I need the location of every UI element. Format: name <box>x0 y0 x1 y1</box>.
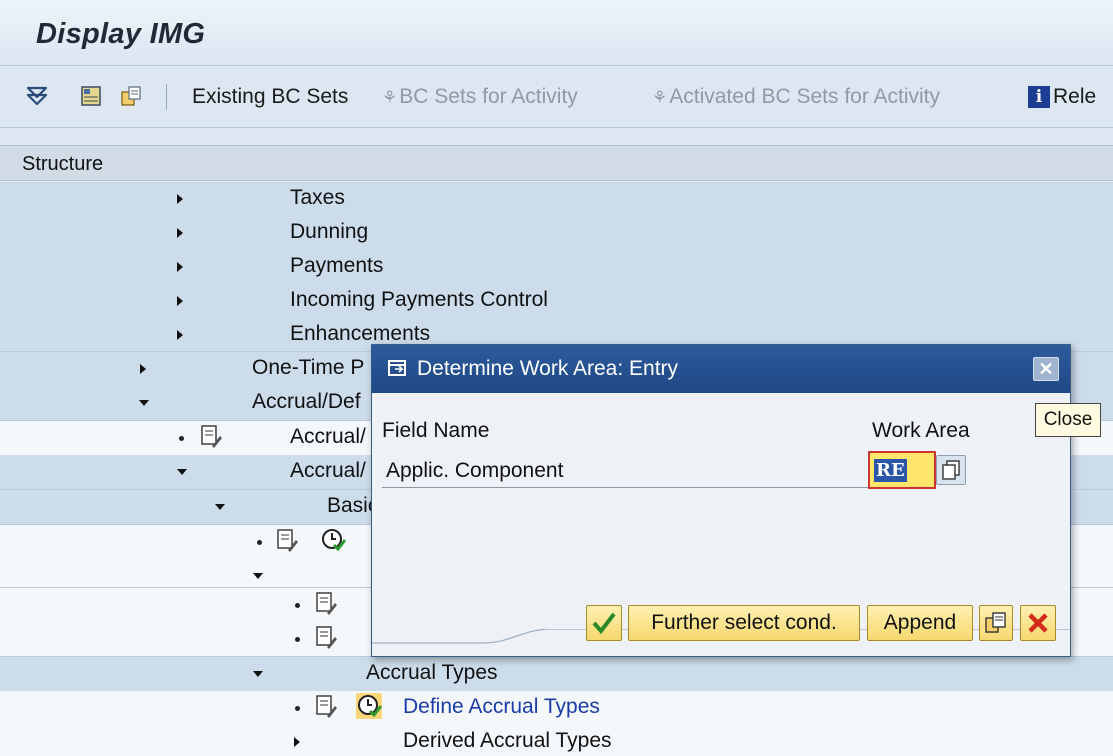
tree-node-derived-accrual-types[interactable]: Derived Accrual Types <box>0 725 1113 756</box>
structure-header-label: Structure <box>22 153 104 175</box>
work-area-input[interactable]: RE <box>868 451 936 489</box>
leaf-dot <box>295 706 300 711</box>
tree-node-label: Derived Accrual Types <box>403 729 612 752</box>
clock-check-icon[interactable] <box>320 527 346 553</box>
confirm-button[interactable] <box>586 605 622 641</box>
dialog-title: Determine Work Area: Entry <box>417 357 679 380</box>
copy-button[interactable] <box>979 605 1013 641</box>
copy-icon <box>985 612 1006 633</box>
collapse-arrow-icon[interactable] <box>177 469 187 475</box>
toolbar-separator <box>166 84 167 110</box>
work-area-header: Work Area <box>872 419 970 442</box>
tree-node-label: Dunning <box>290 220 369 243</box>
tree-node-label: Taxes <box>290 186 345 209</box>
leaf-dot <box>295 603 300 608</box>
expand-arrow-icon[interactable] <box>294 737 300 747</box>
application-toolbar: Existing BC Sets ⚘BC Sets for Activity ⚘… <box>0 66 1113 128</box>
expand-arrow-icon[interactable] <box>177 194 183 204</box>
existing-bc-sets-button[interactable]: Existing BC Sets <box>192 84 348 110</box>
tree-node-label: Incoming Payments Control <box>290 288 548 311</box>
collapse-arrow-icon[interactable] <box>215 504 225 510</box>
bc-sets-for-activity-label: BC Sets for Activity <box>399 85 578 108</box>
close-tooltip: Close <box>1035 403 1101 437</box>
field-name-header: Field Name <box>382 419 490 442</box>
activated-bc-sets-label: Activated BC Sets for Activity <box>669 85 941 108</box>
clock-check-icon[interactable] <box>356 693 382 719</box>
append-button[interactable]: Append <box>867 605 973 641</box>
dialog-close-button[interactable]: ✕ <box>1033 357 1059 381</box>
tree-node-label: Enhancements <box>290 322 431 345</box>
tree-node-define-accrual-types[interactable]: Define Accrual Types <box>0 691 1113 725</box>
expand-subtree-icon[interactable] <box>24 83 50 109</box>
applic-component-label: Applic. Component <box>386 459 564 482</box>
expand-arrow-icon[interactable] <box>177 262 183 272</box>
tree-node-dunning[interactable]: Dunning <box>0 216 1113 250</box>
document-edit-icon[interactable] <box>200 424 222 450</box>
leaf-dot <box>295 637 300 642</box>
title-bar: Display IMG <box>0 0 1113 66</box>
page-title: Display IMG <box>36 18 206 50</box>
define-accrual-types-link[interactable]: Define Accrual Types <box>403 695 600 719</box>
tree-node-label: Accrual/ <box>290 425 366 448</box>
field-underline <box>382 487 932 488</box>
tree-node-accrual-types[interactable]: Accrual Types <box>0 657 1113 691</box>
collapse-arrow-icon[interactable] <box>253 671 263 677</box>
collapse-arrow-icon[interactable] <box>253 573 263 579</box>
further-select-cond-button[interactable]: Further select cond. <box>628 605 860 641</box>
document-edit-icon[interactable] <box>315 694 337 720</box>
expand-arrow-icon[interactable] <box>177 296 183 306</box>
dialog-window-icon <box>388 360 406 376</box>
leaf-dot <box>257 540 262 545</box>
expand-arrow-icon[interactable] <box>140 364 146 374</box>
value-help-button[interactable] <box>936 455 966 485</box>
multiple-selection-icon <box>942 460 960 480</box>
activated-bc-sets-button[interactable]: ⚘Activated BC Sets for Activity <box>652 84 940 111</box>
document-edit-icon[interactable] <box>315 625 337 651</box>
determine-work-area-dialog: Determine Work Area: Entry ✕ Field Name … <box>371 344 1071 657</box>
checkmark-icon <box>592 612 616 635</box>
tree-node-incoming-payments-control[interactable]: Incoming Payments Control <box>0 284 1113 318</box>
dialog-title-bar: Determine Work Area: Entry ✕ <box>372 345 1070 393</box>
bc-sets-for-activity-button[interactable]: ⚘BC Sets for Activity <box>382 84 578 111</box>
document-edit-icon[interactable] <box>276 528 298 554</box>
document-edit-icon[interactable] <box>315 591 337 617</box>
leaf-dot <box>179 436 184 441</box>
cancel-x-icon <box>1028 613 1048 633</box>
tree-node-payments[interactable]: Payments <box>0 250 1113 284</box>
tree-node-label: Accrual/Def <box>252 390 361 413</box>
tree-node-label: Payments <box>290 254 384 277</box>
tree-node-label: One-Time P <box>252 356 365 379</box>
collapse-arrow-icon[interactable] <box>139 400 149 406</box>
cancel-button[interactable] <box>1020 605 1056 641</box>
expand-arrow-icon[interactable] <box>177 228 183 238</box>
expand-arrow-icon[interactable] <box>177 330 183 340</box>
tree-node-label: Accrual/ <box>290 459 366 482</box>
info-icon: i <box>1028 86 1050 109</box>
release-notes-label: Rele <box>1053 85 1097 108</box>
structure-header: Structure <box>0 145 1113 181</box>
tree-node-taxes[interactable]: Taxes <box>0 182 1113 216</box>
work-area-value: RE <box>874 459 907 482</box>
table-view-icon[interactable] <box>78 83 104 109</box>
tree-node-label: Accrual Types <box>366 661 498 684</box>
release-notes-button[interactable]: i Rele <box>1028 84 1096 110</box>
documentation-icon[interactable] <box>118 83 144 109</box>
bc-set-icon: ⚘ <box>382 88 398 107</box>
bc-set-icon: ⚘ <box>652 88 668 107</box>
